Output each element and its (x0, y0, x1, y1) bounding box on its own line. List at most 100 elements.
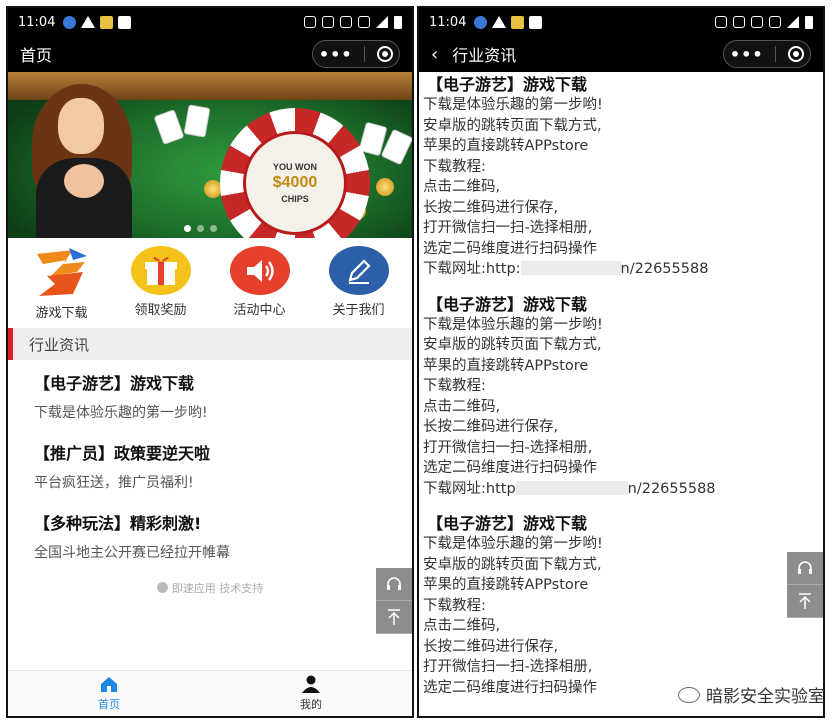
phone-screen-home: 11:04 首页 ••• YOU WON $4000 CHIPS 游戏下载 领取… (6, 6, 414, 718)
article-line: 选定二码维度进行扫码操作 (423, 240, 597, 257)
playing-card (183, 104, 211, 138)
download-url[interactable]: 下载网址:http n/22655588 (423, 479, 819, 500)
floating-actions (787, 552, 823, 618)
battery-icon (805, 15, 813, 29)
menu-label: 领取奖励 (134, 303, 187, 318)
home-icon (101, 677, 117, 692)
redacted-region (515, 480, 628, 495)
miniprogram-capsule: ••• (312, 40, 400, 68)
chip-bottom-text: CHIPS (281, 194, 309, 204)
tab-label: 首页 (98, 698, 120, 711)
section-title: 行业资讯 (29, 335, 90, 354)
article-line: 苹果的直接跳转APPstore (423, 577, 589, 593)
news-item[interactable]: 【推广员】政策要逆天啦 平台疯狂送，推广员福利! (8, 440, 412, 492)
tab-bar: 首页 我的 (8, 670, 412, 716)
status-bar: 11:04 (8, 8, 412, 36)
page-title: 首页 (20, 46, 53, 65)
chip-top-text: YOU WON (273, 162, 317, 172)
arrow-up-icon (799, 593, 811, 609)
dealer-illustration (26, 80, 146, 238)
menu-game-download[interactable]: 游戏下载 (17, 246, 107, 321)
close-target-icon[interactable] (377, 46, 394, 62)
signal-icon (376, 16, 388, 28)
phone-screen-article: 11:04 ‹ 行业资讯 ••• 【电子游艺】游戏下载 下载是体验乐趣的第一步哟… (417, 6, 825, 718)
menu-activity-center[interactable]: 活动中心 (215, 246, 305, 318)
user-icon (302, 675, 320, 693)
article-line: 下载是体验乐趣的第一步哟! (423, 316, 603, 333)
back-to-top-button[interactable] (787, 585, 823, 618)
page-title: 行业资讯 (452, 46, 517, 65)
status-bar: 11:04 (419, 8, 823, 36)
support-text: 即速应用 技术支持 (171, 582, 264, 595)
article-line: 苹果的直接跳转APPstore (423, 138, 589, 154)
customer-service-button[interactable] (376, 568, 412, 601)
news-item[interactable]: 【电子游艺】游戏下载 下载是体验乐趣的第一步哟! (8, 370, 412, 422)
article-line: 打开微信扫一扫-选择相册, (423, 659, 593, 675)
back-chevron-icon[interactable]: ‹ (431, 44, 438, 65)
article-line: 点击二维码, (423, 179, 501, 195)
alarm-icon (715, 16, 727, 28)
alarm-icon (304, 16, 316, 28)
tech-support: 即速应用 技术支持 (8, 580, 412, 596)
section-header: 行业资讯 (8, 328, 412, 360)
hotspot-icon (751, 16, 763, 28)
headset-icon (798, 561, 812, 574)
back-to-top-button[interactable] (376, 601, 412, 634)
article-line: 选定二码维度进行扫码操作 (423, 460, 597, 476)
image-icon (118, 15, 132, 29)
article-line: 长按二维码进行保存, (423, 199, 559, 216)
tab-home[interactable]: 首页 (49, 675, 169, 712)
promo-banner[interactable]: YOU WON $4000 CHIPS (8, 72, 412, 238)
news-item[interactable]: 【多种玩法】精彩刺激! 全国斗地主公开赛已经拉开帷幕 (8, 510, 412, 562)
article-title: 【电子游艺】游戏下载 (427, 514, 588, 533)
article-line: 苹果的直接跳转APPstore (423, 357, 589, 374)
customer-service-button[interactable] (787, 552, 823, 585)
news-title: 【多种玩法】精彩刺激! (34, 514, 202, 533)
menu-claim-reward[interactable]: 领取奖励 (116, 246, 206, 318)
news-desc: 全国斗地主公开赛已经拉开帷幕 (34, 545, 230, 561)
article-line: 长按二维码进行保存, (423, 638, 559, 655)
download-url[interactable]: 下载网址:http: n/22655588 (423, 259, 819, 280)
support-logo-icon (156, 582, 168, 593)
article-line: 长按二维码进行保存, (423, 419, 559, 435)
more-icon[interactable]: ••• (730, 45, 764, 64)
image-icon (529, 15, 543, 29)
app-notification-icon (511, 15, 525, 29)
nfc-icon (322, 16, 334, 28)
article-title: 【电子游艺】游戏下载 (427, 294, 588, 314)
article-block: 【电子游艺】游戏下载 下载是体验乐趣的第一步哟! 安卓版的跳转页面下载方式, 苹… (423, 74, 819, 280)
notification-icon (474, 15, 488, 29)
article-line: 点击二维码, (423, 618, 501, 634)
status-time: 11:04 (18, 14, 56, 30)
gift-icon (130, 246, 191, 295)
news-desc: 平台疯狂送，推广员福利! (34, 475, 194, 491)
article-body: 【电子游艺】游戏下载 下载是体验乐趣的第一步哟! 安卓版的跳转页面下载方式, 苹… (419, 72, 823, 714)
more-icon[interactable]: ••• (319, 45, 353, 64)
headset-icon (387, 577, 401, 590)
poker-chip: YOU WON $4000 CHIPS (220, 108, 370, 238)
warning-icon (492, 16, 507, 28)
article-title: 【电子游艺】游戏下载 (427, 75, 588, 94)
article-block: 【电子游艺】游戏下载 下载是体验乐趣的第一步哟! 安卓版的跳转页面下载方式, 苹… (423, 294, 819, 500)
app-notification-icon (100, 15, 114, 29)
article-line: 打开微信扫一扫-选择相册, (423, 220, 593, 236)
arrow-up-icon (388, 609, 400, 625)
nav-bar: ‹ 行业资讯 ••• (419, 36, 823, 72)
article-line: 下载教程: (423, 158, 486, 175)
article-line: 安卓版的跳转页面下载方式, (423, 556, 602, 573)
menu-about-us[interactable]: 关于我们 (314, 246, 404, 318)
close-target-icon[interactable] (788, 46, 805, 62)
article-block: 【电子游艺】游戏下载 下载是体验乐趣的第一步哟! 安卓版的跳转页面下载方式, 苹… (423, 513, 819, 698)
chip-amount: $4000 (272, 174, 318, 191)
floating-actions (376, 568, 412, 634)
menu-label: 关于我们 (332, 303, 385, 318)
watermark-text: 暗影安全实验室 (706, 687, 825, 707)
article-line: 点击二维码, (423, 398, 501, 415)
article-line: 安卓版的跳转页面下载方式, (423, 337, 602, 353)
article-line: 下载教程: (423, 378, 486, 394)
quick-menu: 游戏下载 领取奖励 活动中心 关于我们 (8, 238, 412, 322)
banner-indicator (184, 225, 217, 232)
nfc-icon (733, 16, 745, 28)
tab-mine[interactable]: 我的 (251, 675, 371, 712)
mute-icon (358, 16, 370, 28)
